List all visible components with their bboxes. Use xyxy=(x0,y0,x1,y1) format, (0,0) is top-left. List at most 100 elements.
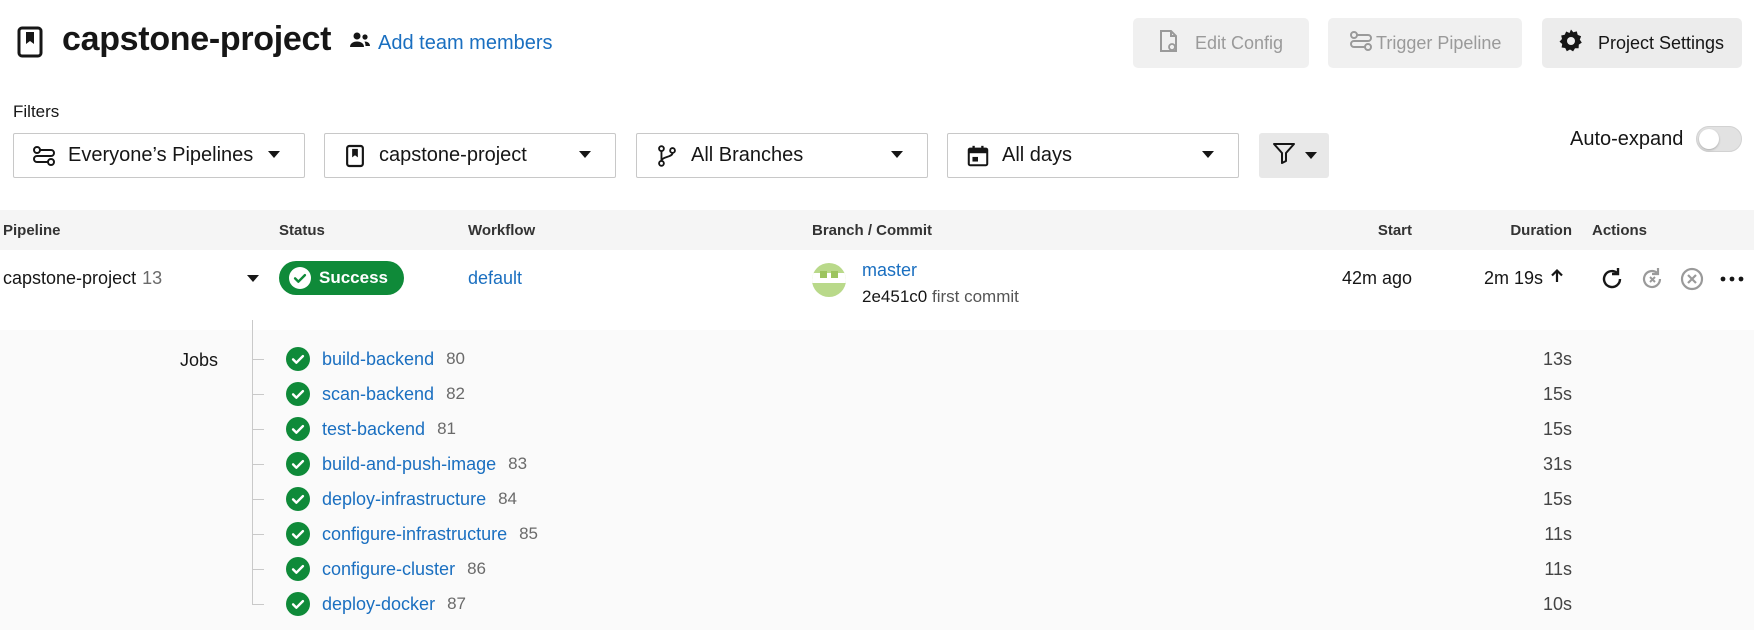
branch-link[interactable]: master xyxy=(862,260,917,281)
file-settings-icon xyxy=(1155,28,1181,59)
branches-filter-value: All Branches xyxy=(691,144,804,166)
rerun-icon[interactable] xyxy=(1598,265,1626,293)
job-duration: 10s xyxy=(1542,594,1572,614)
page-title: capstone-project xyxy=(62,20,332,58)
project-settings-label: Project Settings xyxy=(1598,32,1725,53)
job-name[interactable]: configure-cluster xyxy=(322,559,455,580)
pipelines-filter-dropdown[interactable]: Everyone’s Pipelines xyxy=(13,133,305,178)
job-name[interactable]: deploy-infrastructure xyxy=(322,489,486,510)
project-settings-button[interactable]: Project Settings xyxy=(1542,18,1742,68)
job-number: 80 xyxy=(446,349,465,368)
pipelines-table-header: Pipeline Status Workflow Branch / Commit… xyxy=(0,210,1754,250)
pipelines-filter-value: Everyone’s Pipelines xyxy=(68,144,254,166)
calendar-icon xyxy=(964,142,992,170)
check-circle-icon xyxy=(289,267,311,289)
more-options-icon[interactable] xyxy=(1718,265,1746,293)
job-duration: 11s xyxy=(1544,524,1572,544)
job-number: 83 xyxy=(508,454,528,473)
branches-filter-dropdown[interactable]: All Branches xyxy=(636,133,928,178)
pipeline-name: capstone-project xyxy=(3,268,137,288)
pipeline-name-cell[interactable]: capstone-project 13 xyxy=(3,268,162,289)
pipeline-row: capstone-project 13 Success default maste… xyxy=(0,250,1754,330)
job-name[interactable]: scan-backend xyxy=(322,384,434,405)
job-name[interactable]: test-backend xyxy=(322,419,425,440)
job-duration: 15s xyxy=(1542,489,1572,509)
check-circle-icon xyxy=(286,452,310,476)
column-header-pipeline: Pipeline xyxy=(3,222,61,239)
column-header-status: Status xyxy=(279,222,325,239)
job-duration: 13s xyxy=(1542,349,1572,369)
job-item[interactable]: deploy-docker 87 xyxy=(286,589,466,619)
filters-label: Filters xyxy=(13,102,60,121)
job-duration: 15s xyxy=(1542,419,1572,439)
avatar xyxy=(812,263,846,297)
duration-cell: 2m 19s xyxy=(1484,268,1565,289)
chevron-down-icon xyxy=(268,151,280,158)
jobs-section: Jobs build-backend 80 13s scan-backend 8… xyxy=(0,320,1754,630)
job-number: 85 xyxy=(519,524,539,543)
chevron-down-icon xyxy=(1202,151,1214,158)
job-item[interactable]: configure-infrastructure 85 xyxy=(286,519,538,549)
job-name[interactable]: deploy-docker xyxy=(322,594,435,615)
column-header-duration: Duration xyxy=(1510,222,1572,239)
job-name[interactable]: build-backend xyxy=(322,349,434,370)
pipeline-icon xyxy=(1348,28,1374,59)
job-duration: 15s xyxy=(1542,384,1572,404)
toggle-knob xyxy=(1699,129,1719,149)
duration-value: 2m 19s xyxy=(1484,268,1544,288)
trigger-pipeline-label: Trigger Pipeline xyxy=(1376,32,1502,53)
job-item[interactable]: test-backend 81 xyxy=(286,414,456,444)
days-filter-dropdown[interactable]: All days xyxy=(947,133,1239,178)
status-badge[interactable]: Success xyxy=(279,261,404,295)
rerun-failed-icon[interactable] xyxy=(1638,265,1666,293)
check-circle-icon xyxy=(286,382,310,406)
job-name[interactable]: configure-infrastructure xyxy=(322,524,507,545)
check-circle-icon xyxy=(286,592,310,616)
column-header-actions: Actions xyxy=(1592,222,1648,239)
job-number: 82 xyxy=(446,384,465,403)
job-item[interactable]: build-backend 80 xyxy=(286,344,465,374)
arrow-up-icon xyxy=(1549,268,1565,289)
add-team-members-label: Add team members xyxy=(378,31,553,54)
job-item[interactable]: build-and-push-image 83 xyxy=(286,449,527,479)
commit-message: first commit xyxy=(931,287,1019,306)
job-number: 86 xyxy=(467,559,486,578)
job-item[interactable]: scan-backend 82 xyxy=(286,379,465,409)
project-filter-value: capstone-project xyxy=(379,144,527,166)
auto-expand-toggle[interactable] xyxy=(1696,126,1742,152)
check-circle-icon xyxy=(286,487,310,511)
pipeline-number: 13 xyxy=(142,268,163,288)
workflow-link[interactable]: default xyxy=(468,268,522,289)
page-header: capstone-project Add team members Edit C… xyxy=(0,0,1754,86)
expand-chevron-icon[interactable] xyxy=(247,275,259,282)
gear-icon xyxy=(1558,28,1584,59)
chevron-down-icon xyxy=(1305,152,1317,159)
tree-line xyxy=(252,320,253,604)
check-circle-icon xyxy=(286,347,310,371)
job-duration: 31s xyxy=(1542,454,1572,474)
chevron-down-icon xyxy=(891,151,903,158)
commit-info[interactable]: 2e451c0 first commit xyxy=(862,287,1019,307)
job-name[interactable]: build-and-push-image xyxy=(322,454,496,475)
edit-config-button[interactable]: Edit Config xyxy=(1133,18,1309,68)
column-header-start: Start xyxy=(1377,222,1412,239)
job-duration: 11s xyxy=(1544,559,1572,579)
start-time: 42m ago xyxy=(1341,268,1412,288)
job-number: 81 xyxy=(437,419,456,438)
cancel-icon[interactable] xyxy=(1678,265,1706,293)
check-circle-icon xyxy=(286,522,310,546)
job-number: 84 xyxy=(498,489,517,508)
job-item[interactable]: deploy-infrastructure 84 xyxy=(286,484,517,514)
edit-config-label: Edit Config xyxy=(1195,32,1284,53)
job-number: 87 xyxy=(447,594,466,613)
jobs-label: Jobs xyxy=(180,350,219,370)
trigger-pipeline-button[interactable]: Trigger Pipeline xyxy=(1328,18,1522,68)
days-filter-value: All days xyxy=(1002,144,1073,166)
funnel-icon xyxy=(1271,140,1297,171)
project-filter-dropdown[interactable]: capstone-project xyxy=(324,133,616,178)
add-team-members-link[interactable]: Add team members xyxy=(348,28,553,58)
project-bookmark-icon xyxy=(341,142,369,170)
advanced-filter-button[interactable] xyxy=(1259,133,1329,178)
column-header-branch-commit: Branch / Commit xyxy=(812,222,933,239)
job-item[interactable]: configure-cluster 86 xyxy=(286,554,486,584)
